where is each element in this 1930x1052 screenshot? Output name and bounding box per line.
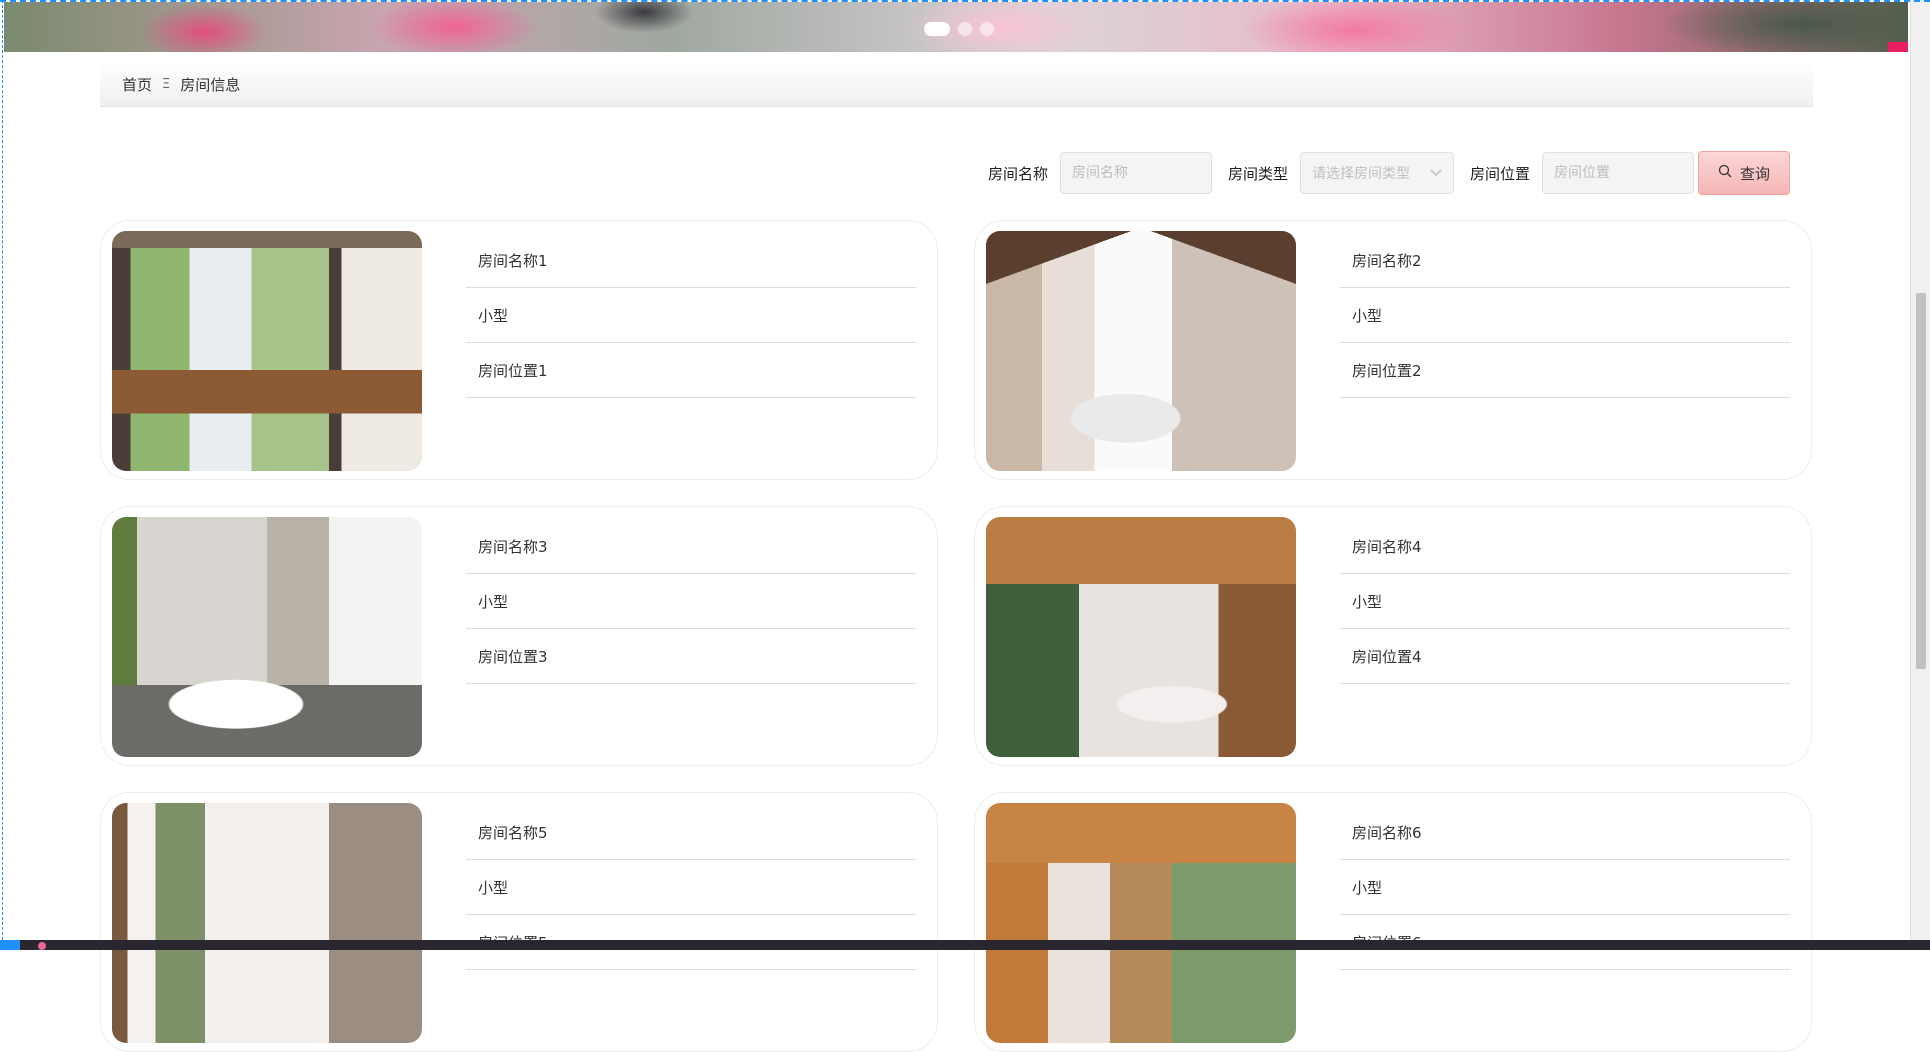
carousel-indicators (924, 22, 994, 36)
room-info: 房间名称3 小型 房间位置3 (466, 519, 916, 684)
breadcrumb-home-link[interactable]: 首页 (122, 74, 152, 95)
room-name: 房间名称6 (1340, 805, 1790, 860)
search-button-label: 查询 (1740, 164, 1771, 183)
room-type-select[interactable]: 请选择房间类型 (1300, 152, 1455, 194)
banner-accent (1888, 42, 1908, 52)
room-type: 小型 (1340, 574, 1790, 629)
scrollbar[interactable] (1910, 0, 1930, 940)
room-card[interactable]: 房间名称1 小型 房间位置1 (100, 220, 938, 480)
app-icon[interactable] (38, 942, 46, 950)
carousel-dot-1[interactable] (924, 22, 950, 36)
room-location: 房间位置2 (1340, 343, 1790, 398)
chevron-down-icon (1430, 165, 1442, 181)
room-info: 房间名称2 小型 房间位置2 (1340, 233, 1790, 398)
selection-outline-left (2, 0, 3, 945)
room-info: 房间名称1 小型 房间位置1 (466, 233, 916, 398)
room-photo[interactable] (986, 803, 1296, 1043)
room-card[interactable]: 房间名称4 小型 房间位置4 (974, 506, 1812, 766)
room-type: 小型 (1340, 860, 1790, 915)
scrollbar-thumb[interactable] (1916, 293, 1926, 669)
room-type: 小型 (466, 574, 916, 629)
carousel-dot-3[interactable] (980, 22, 994, 36)
room-photo[interactable] (986, 231, 1296, 471)
room-type: 小型 (466, 860, 916, 915)
taskbar (0, 940, 1930, 950)
room-card[interactable]: 房间名称6 小型 房间位置6 (974, 792, 1812, 1052)
room-location: 房间位置1 (466, 343, 916, 398)
search-form: 房间名称 房间类型 请选择房间类型 房间位置 查询 (988, 151, 1791, 195)
room-type: 小型 (466, 288, 916, 343)
room-type: 小型 (1340, 288, 1790, 343)
search-button[interactable]: 查询 (1698, 151, 1791, 195)
breadcrumb: 首页 Ξ 房间信息 (100, 62, 1813, 107)
room-card[interactable]: 房间名称5 小型 房间位置5 (100, 792, 938, 1052)
selection-outline-top (0, 0, 1930, 2)
room-info: 房间名称4 小型 房间位置4 (1340, 519, 1790, 684)
room-name: 房间名称5 (466, 805, 916, 860)
carousel-dot-2[interactable] (958, 22, 972, 36)
search-icon (1718, 164, 1732, 182)
room-name: 房间名称3 (466, 519, 916, 574)
room-name: 房间名称4 (1340, 519, 1790, 574)
breadcrumb-current: 房间信息 (180, 75, 241, 94)
room-type-label: 房间类型 (1228, 164, 1289, 183)
room-location: 房间位置3 (466, 629, 916, 684)
room-type-placeholder: 请选择房间类型 (1312, 166, 1411, 182)
room-name-input[interactable] (1060, 152, 1213, 194)
room-photo[interactable] (986, 517, 1296, 757)
room-name: 房间名称1 (466, 233, 916, 288)
room-location: 房间位置4 (1340, 629, 1790, 684)
banner-carousel[interactable] (4, 2, 1908, 52)
room-card[interactable]: 房间名称3 小型 房间位置3 (100, 506, 938, 766)
room-photo[interactable] (112, 231, 422, 471)
room-card[interactable]: 房间名称2 小型 房间位置2 (974, 220, 1812, 480)
room-name: 房间名称2 (1340, 233, 1790, 288)
room-photo[interactable] (112, 517, 422, 757)
taskbar-accent (0, 940, 20, 950)
breadcrumb-separator: Ξ (162, 76, 171, 92)
room-location-label: 房间位置 (1470, 164, 1531, 183)
room-location-input[interactable] (1542, 152, 1695, 194)
room-photo[interactable] (112, 803, 422, 1043)
room-name-label: 房间名称 (988, 164, 1049, 183)
